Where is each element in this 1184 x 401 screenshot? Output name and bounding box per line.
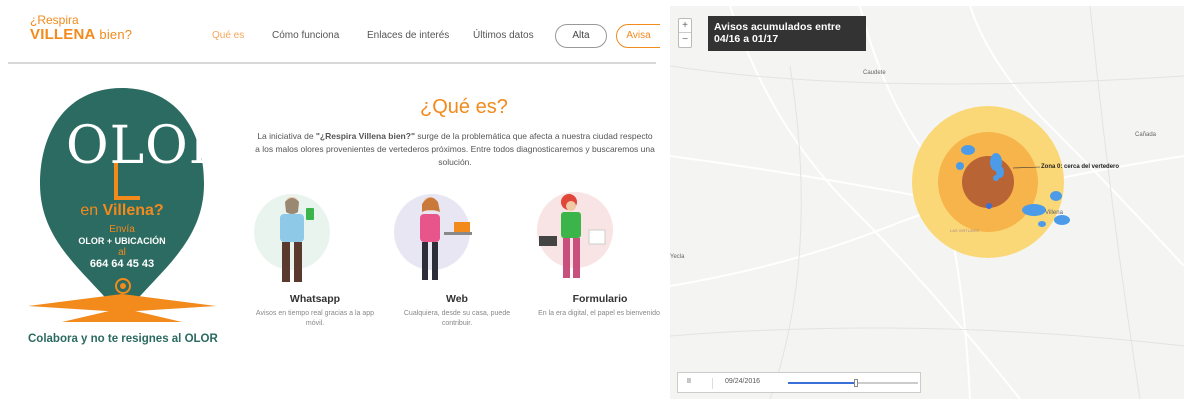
web-illustration <box>394 194 472 280</box>
zoom-control: + − <box>678 18 692 48</box>
poster-envia: Envía <box>109 224 135 235</box>
map-title-line1: Avisos acumulados entre <box>714 21 841 33</box>
nav-ultimos-datos[interactable]: Últimos datos <box>473 30 534 41</box>
whatsapp-illustration <box>254 194 330 282</box>
feature-formulario-title: Formulario <box>572 293 628 305</box>
feature-whatsapp-title: Whatsapp <box>289 293 341 305</box>
nav-como-funciona[interactable]: Cómo funciona <box>272 30 339 41</box>
poster-olor: OLOR <box>66 116 229 176</box>
town-virtudes: LAS VIRTUDES <box>950 228 979 233</box>
timeline-date: 09/24/2016 <box>712 378 760 389</box>
poster-villena: Villena? <box>102 202 164 219</box>
zoom-in-button[interactable]: + <box>679 19 691 33</box>
timeline-player: II 09/24/2016 <box>677 372 921 393</box>
poster-colabora: Colabora y no te resignes al OLOR <box>28 333 218 345</box>
heat-zones <box>912 106 1064 258</box>
olor-poster: OLOR en Villena? Envía OLOR + UBICACIÓN … <box>22 86 228 326</box>
poster-en: en <box>80 202 99 219</box>
feature-whatsapp-desc: Avisos en tiempo real gracias a la app m… <box>255 310 375 327</box>
poster-olor-ubicacion: OLOR + UBICACIÓN <box>78 236 166 246</box>
formulario-illustration <box>537 192 613 278</box>
screenshot-root: ¿Respira VILLENA bien? Qué es Cómo funci… <box>0 0 1184 401</box>
zoom-out-button[interactable]: − <box>679 33 691 47</box>
section-title: ¿Qué es? <box>420 96 508 118</box>
orange-bar-bottom <box>62 308 182 322</box>
header-divider <box>8 62 656 64</box>
town-canada: Cañada <box>1135 132 1157 138</box>
nav-que-es[interactable]: Qué es <box>212 30 244 41</box>
website-panel: ¿Respira VILLENA bien? Qué es Cómo funci… <box>0 0 660 401</box>
map-title-box: Avisos acumulados entre 04/16 a 01/17 <box>708 16 866 51</box>
avisa-button[interactable]: Avisa <box>616 24 660 48</box>
pause-button[interactable]: II <box>687 378 691 385</box>
intro-prefix: La iniciativa de <box>257 131 316 141</box>
timeline-thumb[interactable] <box>853 379 858 387</box>
timeline-fill <box>788 382 856 384</box>
town-caudete: Caudete <box>863 70 886 76</box>
intro-bold: "¿Respira Villena bien?" <box>315 131 415 141</box>
zone-label: Zona 0: cerca del vertedero <box>1041 164 1120 170</box>
map-title-line2: 04/16 a 01/17 <box>714 33 779 45</box>
main-nav: Qué es Cómo funciona Enlaces de interés … <box>0 22 660 50</box>
nav-enlaces[interactable]: Enlaces de interés <box>367 30 449 41</box>
alta-button[interactable]: Alta <box>555 24 607 48</box>
feature-web-title: Web <box>446 293 468 305</box>
intro-text: La iniciativa de "¿Respira Villena bien?… <box>255 130 655 169</box>
map-panel[interactable]: + − Avisos acumulados entre 04/16 a 01/1… <box>670 6 1184 399</box>
map-canvas[interactable] <box>670 6 1184 399</box>
feature-web-desc: Cualquiera, desde su casa, puede contrib… <box>403 310 511 327</box>
feature-formulario-desc: En la era digital, el papel es bienvenid… <box>538 310 660 317</box>
timeline-slider[interactable] <box>788 379 918 387</box>
town-villena: Villena <box>1045 210 1063 216</box>
poster-en-villena: en Villena? <box>22 202 222 220</box>
poster-phone: 664 64 45 43 <box>89 258 155 270</box>
town-yecla: Yecla <box>670 254 685 260</box>
poster-al: al <box>118 247 126 258</box>
